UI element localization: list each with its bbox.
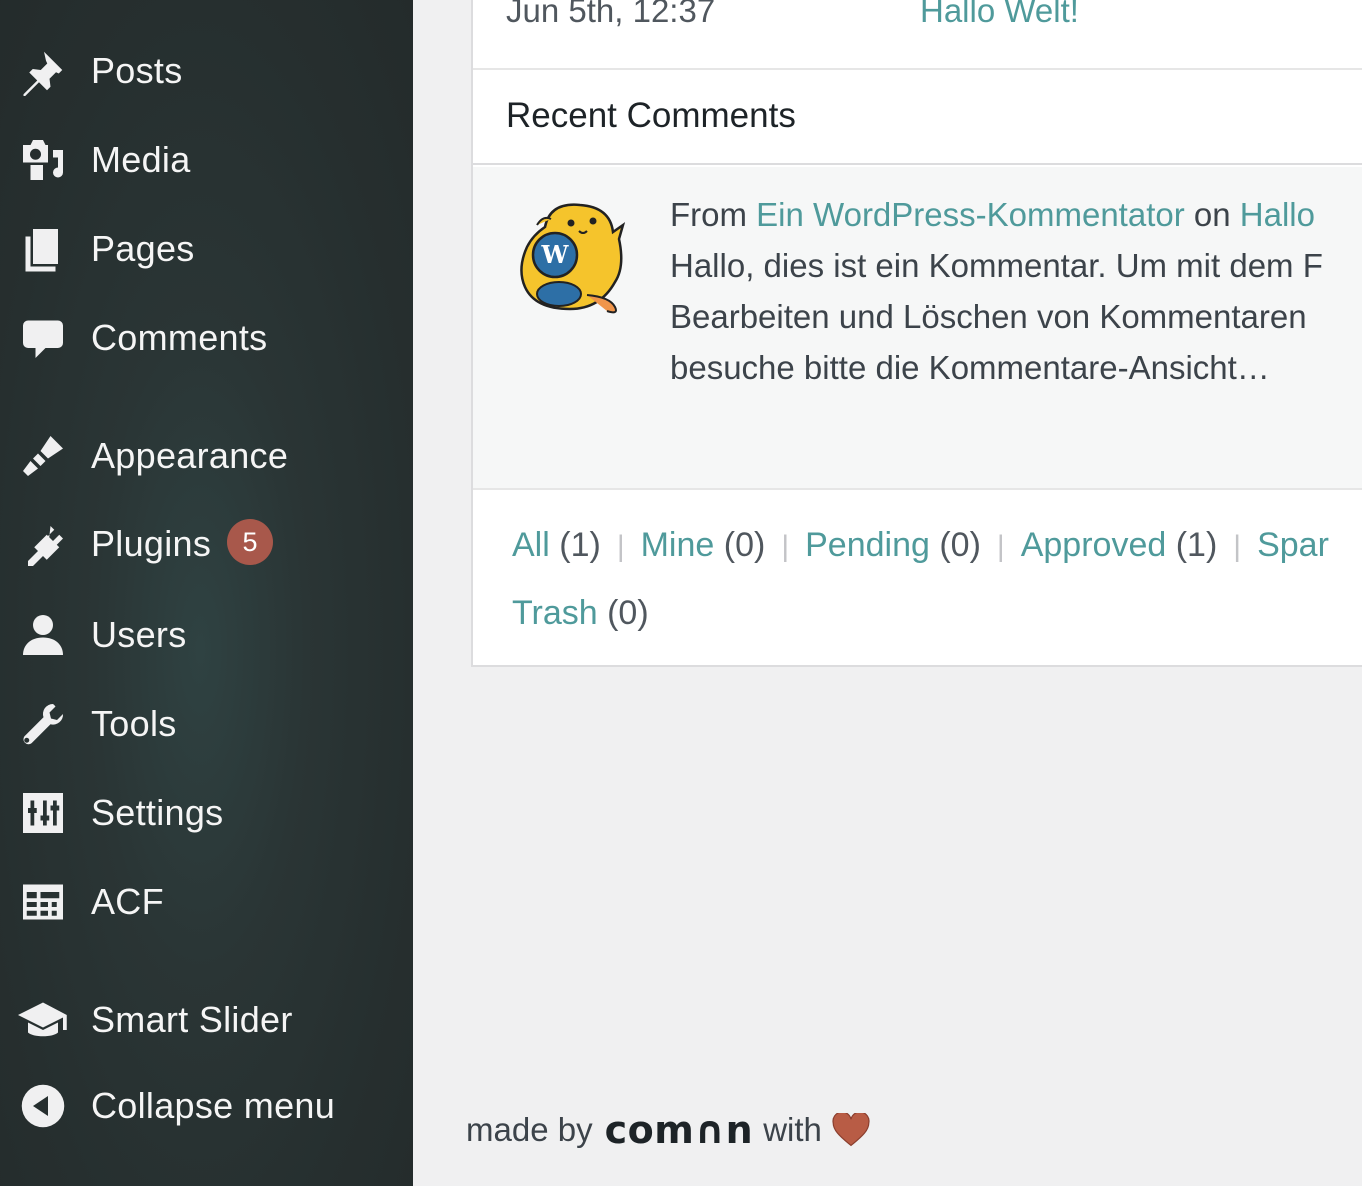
- comment-meta: From Ein WordPress-Kommentator on Hallo: [670, 189, 1323, 240]
- filter-count: (1): [1175, 526, 1218, 564]
- brand-logo: com∩n: [604, 1108, 754, 1152]
- sidebar-item-label: Pages: [91, 228, 195, 269]
- sidebar-item-appearance[interactable]: Appearance: [0, 416, 413, 496]
- plugins-label: Plugins: [91, 522, 212, 564]
- filter-spam[interactable]: Spar: [1257, 526, 1329, 564]
- filter-mine[interactable]: Mine (0): [641, 526, 766, 564]
- filter-count: (0): [723, 526, 766, 564]
- filter-trash[interactable]: Trash (0): [512, 580, 1329, 647]
- divider: |: [996, 530, 1005, 563]
- sidebar-item-label: Comments: [91, 317, 268, 358]
- sidebar-item-label: Users: [91, 614, 187, 655]
- sidebar-item-tools[interactable]: Tools: [0, 684, 413, 764]
- comment-author-link[interactable]: Ein WordPress-Kommentator: [756, 196, 1185, 233]
- filter-label[interactable]: Pending: [805, 526, 930, 564]
- filter-all[interactable]: All (1): [512, 526, 601, 564]
- with-text: with: [763, 1111, 822, 1148]
- user-icon: [16, 608, 70, 662]
- plug-icon: [16, 519, 70, 573]
- collapse-arrow-icon: [16, 1079, 70, 1133]
- sidebar-item-pages[interactable]: Pages: [0, 209, 413, 289]
- sidebar-item-media[interactable]: Media: [0, 120, 413, 200]
- sidebar-item-label: Posts: [91, 50, 183, 91]
- media-icon: [16, 133, 70, 187]
- table-grid-icon: [16, 875, 70, 929]
- comment-excerpt-line: besuche bitte die Kommentare-Ansicht…: [670, 349, 1270, 386]
- divider: |: [781, 530, 790, 563]
- comment-excerpt-line: Hallo, dies ist ein Kommentar. Um mit de…: [670, 247, 1323, 284]
- activity-row: Jun 5th, 12:37 Hallo Welt!: [473, 0, 1362, 70]
- sidebar-item-settings[interactable]: Settings: [0, 773, 413, 853]
- sidebar-item-label: Collapse menu: [91, 1085, 336, 1126]
- filter-label[interactable]: Mine: [641, 526, 715, 564]
- recent-comments-header: Recent Comments: [473, 72, 1362, 165]
- svg-text:W: W: [541, 240, 570, 269]
- sidebar-item-comments[interactable]: Comments: [0, 298, 413, 378]
- sidebar-item-acf[interactable]: ACF: [0, 862, 413, 942]
- comment-excerpt-line: Bearbeiten und Löschen von Kommentaren: [670, 298, 1307, 335]
- collapse-menu-button[interactable]: Collapse menu: [0, 1066, 413, 1146]
- comment-filters: All (1) | Mine (0) | Pending (0) | Approved (1…: [512, 512, 1329, 647]
- comment-post-link[interactable]: Hallo: [1240, 196, 1315, 233]
- sidebar-item-label: Smart Slider: [91, 999, 293, 1040]
- wrench-icon: [16, 697, 70, 751]
- filter-pending[interactable]: Pending (0): [805, 526, 981, 564]
- sidebar-item-smart-slider[interactable]: Smart Slider: [0, 980, 413, 1060]
- divider: |: [1233, 530, 1242, 563]
- filter-label[interactable]: Approved: [1021, 526, 1167, 564]
- from-label: From: [670, 196, 747, 233]
- comment-bubble-icon: [16, 311, 70, 365]
- sidebar-item-label: Appearance: [91, 435, 289, 476]
- filter-label[interactable]: Trash: [512, 594, 598, 632]
- sidebar-item-posts[interactable]: Posts: [0, 31, 413, 111]
- post-title-link[interactable]: Hallo Welt!: [920, 0, 1079, 30]
- on-label: on: [1193, 196, 1231, 233]
- sidebar-item-label: ACF: [91, 881, 164, 922]
- filter-count: (1): [559, 526, 601, 564]
- made-by-text: made by: [466, 1111, 593, 1148]
- sidebar-item-label: Plugins 5: [91, 519, 274, 569]
- divider: |: [616, 530, 625, 563]
- section-title: Recent Comments: [506, 96, 796, 135]
- update-count-badge: 5: [227, 519, 274, 566]
- pin-icon: [16, 44, 70, 98]
- sidebar-item-plugins[interactable]: Plugins 5: [0, 506, 413, 586]
- comment-text: From Ein WordPress-Kommentator on Hallo …: [670, 189, 1323, 393]
- avatar: W: [520, 203, 625, 314]
- filter-count: (0): [607, 594, 649, 632]
- graduation-cap-icon: [16, 993, 70, 1047]
- sidebar-item-users[interactable]: Users: [0, 595, 413, 675]
- filter-label[interactable]: All: [512, 526, 550, 564]
- pages-icon: [16, 222, 70, 276]
- filter-label[interactable]: Spar: [1257, 526, 1329, 564]
- heart-icon: [832, 1113, 870, 1147]
- comment-item: W From Ein WordPress-Kommentator on Hall…: [473, 167, 1362, 490]
- sidebar-item-label: Tools: [91, 703, 177, 744]
- sidebar-item-label: Settings: [91, 792, 224, 833]
- paintbrush-icon: [16, 429, 70, 483]
- sidebar-item-label: Media: [91, 139, 191, 180]
- dashboard-widget: Jun 5th, 12:37 Hallo Welt! Recent Commen…: [471, 0, 1362, 667]
- filter-count: (0): [939, 526, 981, 564]
- filter-approved[interactable]: Approved (1): [1021, 526, 1218, 564]
- post-date: Jun 5th, 12:37: [506, 0, 716, 29]
- sliders-icon: [16, 786, 70, 840]
- admin-sidebar: Posts Media Pages Comments Appearance Pl…: [0, 0, 413, 1186]
- footer-credit: made by com∩n with: [466, 1108, 870, 1152]
